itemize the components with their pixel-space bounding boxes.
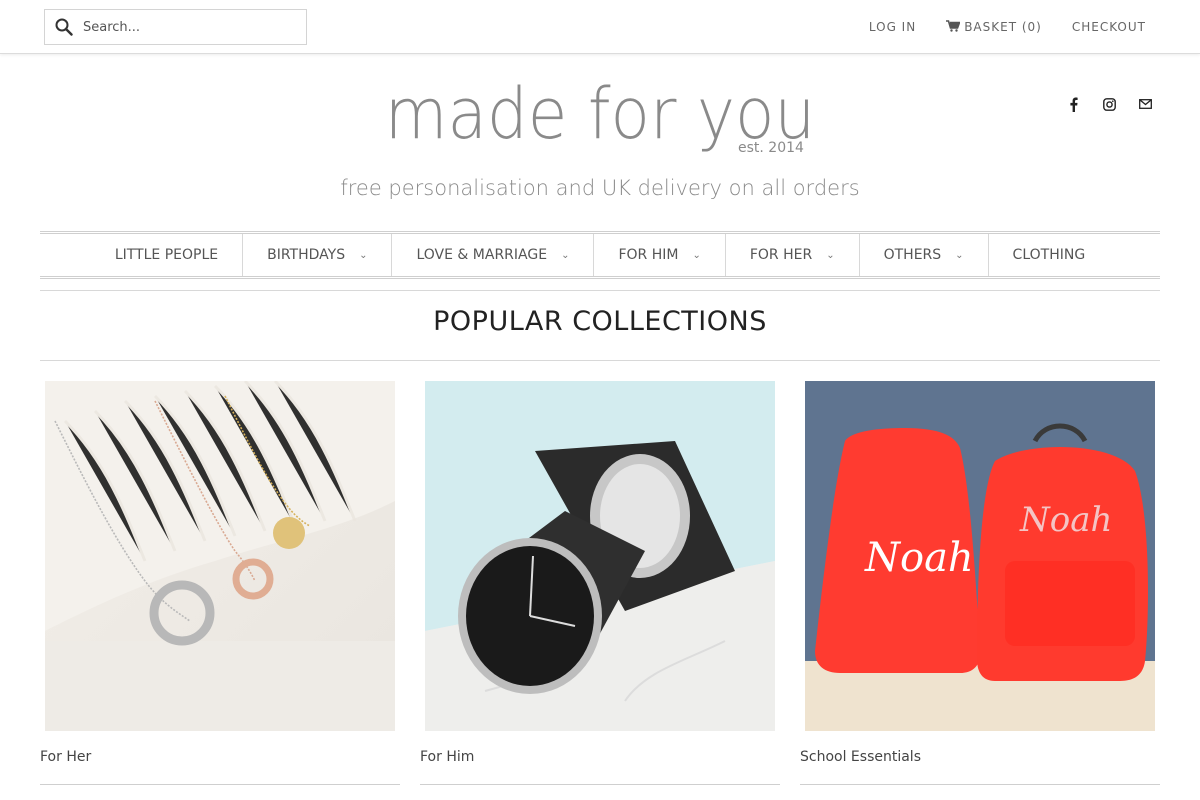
top-bar: LOG IN BASKET (0) CHECKOUT bbox=[0, 0, 1200, 54]
checkout-label: CHECKOUT bbox=[1071, 20, 1146, 34]
collection-image-watch[interactable] bbox=[425, 381, 775, 731]
collection-label[interactable]: For Her bbox=[40, 749, 91, 765]
checkout-link[interactable]: CHECKOUT bbox=[1072, 20, 1146, 34]
nav-label: OTHERS bbox=[883, 247, 942, 263]
chevron-down-icon: ⌄ bbox=[359, 249, 368, 261]
search-input[interactable] bbox=[83, 19, 293, 35]
nav-item-clothing[interactable]: CLOTHING bbox=[989, 234, 1110, 276]
tagline: free personalisation and UK delivery on … bbox=[340, 176, 860, 200]
divider bbox=[40, 784, 400, 785]
nav-label: CLOTHING bbox=[1012, 247, 1086, 263]
chevron-down-icon: ⌄ bbox=[561, 249, 570, 261]
collection-label[interactable]: School Essentials bbox=[800, 749, 921, 765]
bag-personalisation-text: Noah bbox=[1019, 500, 1112, 540]
collection-image-necklaces[interactable] bbox=[45, 381, 395, 731]
nav-label: FOR HIM bbox=[618, 247, 679, 263]
chevron-down-icon: ⌄ bbox=[692, 249, 701, 261]
bag-personalisation-text: Noah bbox=[864, 535, 974, 581]
collection-label[interactable]: For Him bbox=[420, 749, 474, 765]
nav-label: FOR HER bbox=[749, 247, 813, 263]
section-title: POPULAR COLLECTIONS bbox=[433, 306, 767, 337]
nav-item-for-him[interactable]: FOR HIM ⌄ bbox=[594, 234, 726, 276]
nav-item-others[interactable]: OTHERS ⌄ bbox=[860, 234, 989, 276]
divider bbox=[40, 290, 1160, 291]
search-icon[interactable] bbox=[45, 10, 83, 44]
nav-label: BIRTHDAYS bbox=[267, 247, 346, 263]
main-nav: LITTLE PEOPLE BIRTHDAYS ⌄ LOVE & MARRIAG… bbox=[40, 231, 1160, 279]
facebook-icon[interactable] bbox=[1066, 96, 1080, 112]
site-logo[interactable]: made for you est. 2014 bbox=[0, 72, 1200, 156]
nav-item-for-her[interactable]: FOR HER ⌄ bbox=[726, 234, 860, 276]
login-link[interactable]: LOG IN bbox=[869, 20, 916, 34]
divider bbox=[40, 360, 1160, 361]
instagram-icon[interactable] bbox=[1102, 96, 1116, 112]
social-links bbox=[1066, 96, 1152, 112]
account-links: LOG IN BASKET (0) CHECKOUT bbox=[869, 0, 1146, 54]
collection-image-bags[interactable]: Noah Noah bbox=[805, 381, 1155, 731]
basket-link[interactable]: BASKET (0) bbox=[946, 19, 1042, 35]
mail-icon[interactable] bbox=[1138, 96, 1152, 112]
chevron-down-icon: ⌄ bbox=[955, 249, 964, 261]
divider bbox=[800, 784, 1160, 785]
cart-icon bbox=[946, 19, 961, 35]
basket-label: BASKET (0) bbox=[964, 20, 1042, 34]
nav-item-birthdays[interactable]: BIRTHDAYS ⌄ bbox=[243, 234, 393, 276]
logo-est: est. 2014 bbox=[738, 140, 804, 156]
nav-label: LITTLE PEOPLE bbox=[114, 247, 219, 263]
nav-item-love-marriage[interactable]: LOVE & MARRIAGE ⌄ bbox=[392, 234, 595, 276]
nav-label: LOVE & MARRIAGE bbox=[416, 247, 548, 263]
login-label: LOG IN bbox=[868, 20, 917, 34]
nav-item-little-people[interactable]: LITTLE PEOPLE bbox=[91, 234, 244, 276]
divider bbox=[420, 784, 780, 785]
search-box[interactable] bbox=[44, 9, 307, 45]
chevron-down-icon: ⌄ bbox=[826, 249, 835, 261]
